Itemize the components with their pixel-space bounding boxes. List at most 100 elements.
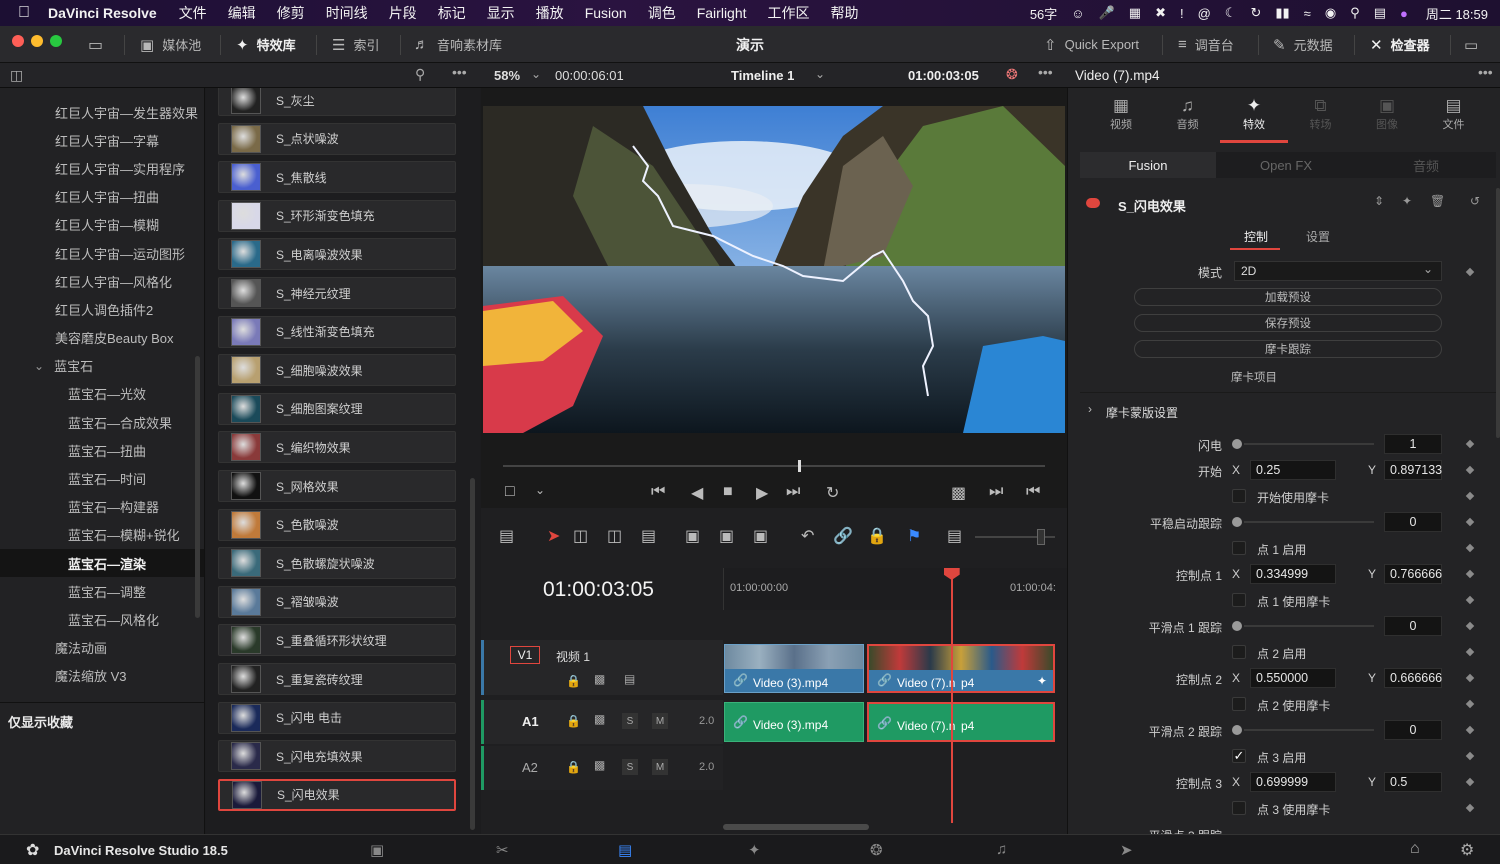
effect-item[interactable]: S_闪电 电击 bbox=[218, 701, 456, 734]
tree-item[interactable]: ⌄ 蓝宝石 bbox=[0, 352, 204, 380]
settings-tab[interactable]: 设置 bbox=[1306, 228, 1330, 245]
tree-scrollbar[interactable] bbox=[195, 356, 200, 618]
replace-clip-icon[interactable]: ▣ bbox=[753, 526, 768, 546]
mocha-mask-settings[interactable]: 摩卡蒙版设置 bbox=[1106, 404, 1178, 421]
chevron-right-icon[interactable]: › bbox=[1088, 402, 1092, 416]
x-value-field[interactable]: 0.550000 bbox=[1250, 668, 1336, 688]
inspector-tab[interactable]: ⧉ 转场 bbox=[1288, 96, 1354, 132]
x-value-field[interactable]: 0.334999 bbox=[1250, 564, 1336, 584]
param-value[interactable]: 0 bbox=[1384, 616, 1442, 636]
keyframe-diamond[interactable] bbox=[1465, 595, 1475, 605]
menu-fusion[interactable]: Fusion bbox=[585, 5, 627, 21]
audio-clip-2[interactable]: 🔗 Video (7).n p4 bbox=[867, 702, 1055, 742]
keyframe-diamond[interactable] bbox=[1465, 569, 1475, 579]
scrub-bar[interactable] bbox=[503, 465, 1045, 467]
timeline-ruler[interactable]: 01:00:00:00 01:00:04: bbox=[723, 568, 1067, 610]
fusion-page-icon[interactable]: ✦ bbox=[748, 841, 761, 859]
x-value-field[interactable]: 0.699999 bbox=[1250, 772, 1336, 792]
effect-item[interactable]: S_点状噪波 bbox=[218, 122, 456, 155]
disable-track-icon[interactable]: ▤ bbox=[624, 672, 635, 686]
y-value-field[interactable]: 0.666666 bbox=[1384, 668, 1442, 688]
keyframe-diamond[interactable] bbox=[1465, 673, 1475, 683]
video-clip-1[interactable]: 🔗 Video (3).mp4 bbox=[724, 644, 864, 693]
lock-icon[interactable]: 🔒 bbox=[566, 714, 581, 728]
quick-export-button[interactable]: ⇧ Quick Export bbox=[1044, 26, 1139, 63]
microphone-icon[interactable]: 🎤 bbox=[1099, 5, 1115, 21]
cut-page-icon[interactable]: ✂ bbox=[496, 841, 509, 859]
more-options-icon[interactable]: ••• bbox=[1038, 64, 1053, 80]
color-page-icon[interactable]: ❂ bbox=[870, 841, 883, 859]
selection-tool-icon[interactable]: ➤ bbox=[547, 526, 560, 546]
checkbox[interactable] bbox=[1232, 593, 1246, 607]
insert-clip-icon[interactable]: ▣ bbox=[685, 526, 700, 546]
menu-playback[interactable]: 播放 bbox=[536, 3, 564, 23]
tree-item[interactable]: 蓝宝石—时间 bbox=[0, 464, 204, 492]
menu-fairlight[interactable]: Fairlight bbox=[697, 5, 747, 21]
effect-item[interactable]: S_色散螺旋状噪波 bbox=[218, 547, 456, 580]
match-frame-icon[interactable]: ▩ bbox=[951, 483, 966, 503]
favorites-only-label[interactable]: 仅显示收藏 bbox=[8, 712, 73, 731]
tree-item[interactable]: 红巨人宇宙—实用程序 bbox=[0, 154, 204, 182]
keyframe-diamond[interactable] bbox=[1465, 517, 1475, 527]
tree-item[interactable]: 蓝宝石—构建器 bbox=[0, 493, 204, 521]
at-icon[interactable]: @ bbox=[1198, 6, 1211, 21]
stop-icon[interactable]: ■ bbox=[723, 483, 733, 501]
param-value[interactable]: 0 bbox=[1384, 720, 1442, 740]
keyframe-diamond[interactable] bbox=[1465, 621, 1475, 631]
playhead[interactable] bbox=[943, 568, 960, 823]
tree-item[interactable]: 蓝宝石—渲染 bbox=[0, 549, 204, 578]
inspector-tab[interactable]: ▤ 文件 bbox=[1421, 96, 1487, 132]
tree-item[interactable]: 蓝宝石—风格化 bbox=[0, 605, 204, 633]
tree-item[interactable]: 蓝宝石—扭曲 bbox=[0, 436, 204, 464]
menu-help[interactable]: 帮助 bbox=[831, 3, 859, 23]
effect-item[interactable]: S_重复瓷砖纹理 bbox=[218, 663, 456, 695]
trash-icon[interactable]: 🗑 bbox=[1430, 194, 1445, 208]
tree-item[interactable]: 红巨人宇宙—字幕 bbox=[0, 126, 204, 154]
subtab-fusion[interactable]: Fusion bbox=[1080, 152, 1216, 178]
auto-select-icon[interactable]: ▩ bbox=[594, 758, 605, 772]
inspector-tab[interactable]: ✦ 特效 bbox=[1221, 96, 1287, 132]
checkbox[interactable] bbox=[1232, 697, 1246, 711]
slider-track[interactable] bbox=[1244, 625, 1374, 627]
effect-item[interactable]: S_网格效果 bbox=[218, 470, 456, 502]
loop-icon[interactable]: ↻ bbox=[826, 483, 839, 503]
grid-icon[interactable]: ▦ bbox=[1129, 5, 1141, 21]
updown-arrows-icon[interactable]: ⇕ bbox=[1374, 194, 1384, 208]
reset-icon[interactable]: ↺ bbox=[1470, 194, 1480, 208]
slider-track[interactable] bbox=[1244, 521, 1374, 523]
next-edit-icon[interactable]: ⏭ bbox=[989, 483, 1003, 501]
effect-item[interactable]: S_色散噪波 bbox=[218, 508, 456, 541]
effects-library-button[interactable]: ✦ 特效库 bbox=[236, 26, 296, 63]
menu-color[interactable]: 调色 bbox=[648, 3, 676, 23]
effect-item[interactable]: S_线性渐变色填充 bbox=[218, 315, 456, 348]
fairlight-page-icon[interactable]: ♫ bbox=[996, 841, 1007, 858]
keyframe-diamond[interactable] bbox=[1465, 777, 1475, 787]
tree-item[interactable]: 红巨人宇宙—运动图形 bbox=[0, 239, 204, 267]
load-preset-button[interactable]: 加载预设 bbox=[1134, 288, 1442, 306]
fx-badge-icon[interactable]: ✦ bbox=[1037, 674, 1047, 688]
app-x-icon[interactable]: ✖ bbox=[1155, 5, 1166, 21]
app-menu[interactable]: DaVinci Resolve bbox=[48, 5, 157, 21]
marker-icon[interactable]: ▤ bbox=[947, 526, 962, 546]
solo-button[interactable]: S bbox=[622, 759, 638, 775]
effect-item[interactable]: S_闪电效果 bbox=[218, 778, 456, 811]
status-text[interactable]: 56字 bbox=[1030, 4, 1057, 23]
keyframe-diamond[interactable] bbox=[1465, 491, 1475, 501]
track-v1-name[interactable]: 视频 1 bbox=[556, 648, 590, 665]
video-frame[interactable] bbox=[483, 106, 1065, 433]
keyframe-diamond[interactable] bbox=[1465, 267, 1475, 277]
tree-item[interactable]: 魔法缩放 V3 bbox=[0, 662, 204, 690]
mocha-track-button[interactable]: 摩卡跟踪 bbox=[1134, 340, 1442, 358]
metadata-button[interactable]: ✎ 元数据 bbox=[1273, 26, 1333, 63]
control-tab[interactable]: 控制 bbox=[1244, 228, 1268, 245]
trim-tool-icon[interactable]: ◫ bbox=[573, 526, 588, 546]
zoom-slider-handle[interactable] bbox=[1037, 529, 1045, 545]
menu-edit[interactable]: 编辑 bbox=[228, 3, 256, 23]
flag-icon[interactable]: ⚑ bbox=[907, 526, 921, 546]
sound-library-button[interactable]: ♬ 音响素材库 bbox=[414, 26, 502, 63]
tree-item[interactable]: 红巨人宇宙—风格化 bbox=[0, 267, 204, 295]
track-v1-label[interactable]: V1 bbox=[510, 646, 540, 664]
slider-handle[interactable] bbox=[1232, 725, 1242, 735]
jump-to-start-icon[interactable]: ⏮ bbox=[651, 483, 665, 501]
inspector-scrollbar[interactable] bbox=[1496, 188, 1500, 438]
